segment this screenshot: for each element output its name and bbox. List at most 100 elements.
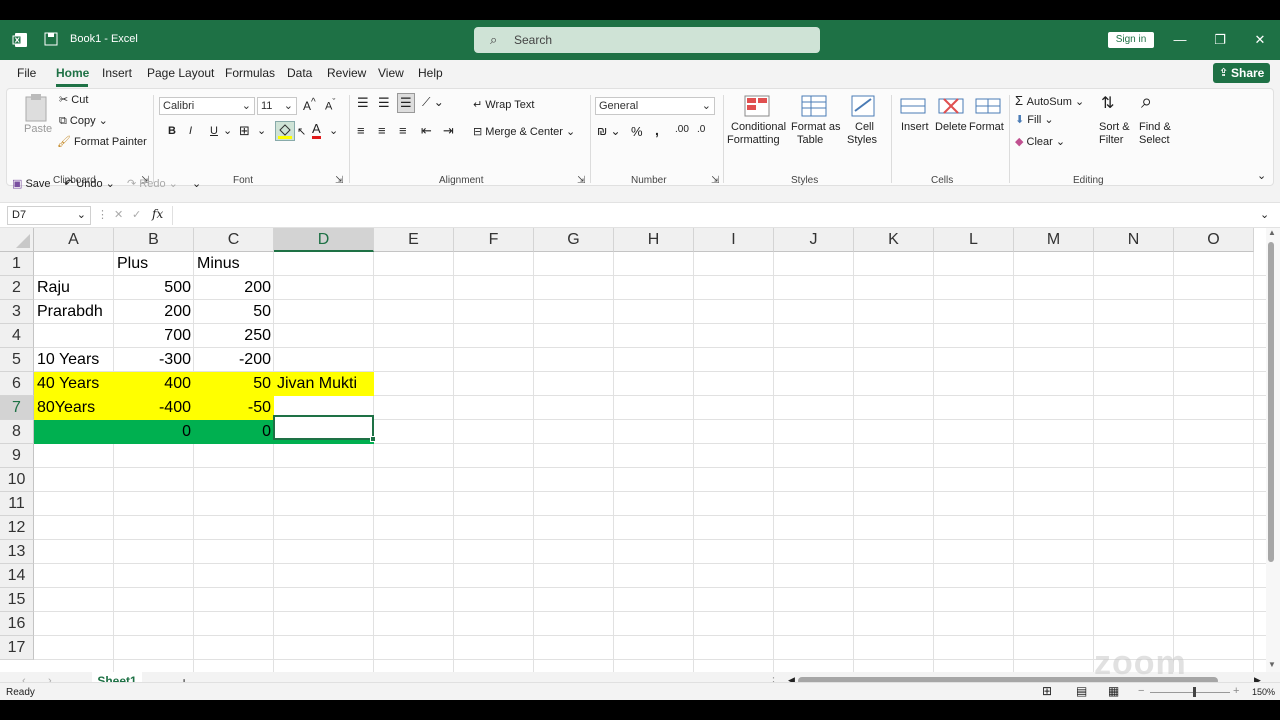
align-top-icon[interactable]: ☰	[357, 95, 369, 111]
underline-dropdown-icon[interactable]: ⌄	[223, 124, 232, 137]
column-header-d[interactable]: D	[274, 228, 374, 252]
cell-a3[interactable]: Prarabdh	[34, 300, 114, 323]
borders-icon[interactable]: ⊞	[239, 123, 250, 139]
cell-a6[interactable]: 40 Years	[34, 372, 114, 395]
cell-b8[interactable]: 0	[114, 420, 194, 443]
borders-dropdown-icon[interactable]: ⌄	[257, 124, 266, 137]
zoom-in-icon[interactable]: +	[1233, 685, 1239, 697]
format-cells-button[interactable]: Format	[969, 93, 1009, 169]
cell-a5[interactable]: 10 Years	[34, 348, 114, 371]
close-button[interactable]: ✕	[1250, 30, 1270, 50]
cell-c8[interactable]: 0	[194, 420, 274, 443]
column-header-m[interactable]: M	[1014, 228, 1094, 252]
increase-font-icon[interactable]: A^	[303, 97, 316, 113]
cell-a2[interactable]: Raju	[34, 276, 114, 299]
underline-button[interactable]: U	[210, 125, 218, 137]
decrease-decimal-icon[interactable]: .0	[697, 124, 705, 135]
currency-icon[interactable]: ₪ ⌄	[597, 124, 621, 138]
zoom-level[interactable]: 150%	[1252, 687, 1275, 697]
column-header-f[interactable]: F	[454, 228, 534, 252]
cell-c1[interactable]: Minus	[194, 252, 274, 275]
share-button[interactable]: ⇪ Share	[1213, 63, 1270, 83]
find-select-button[interactable]: ⌕ Find & Select	[1135, 91, 1175, 169]
active-cell-d7[interactable]	[273, 415, 376, 442]
merge-center-button[interactable]: ⊟ Merge & Center ⌄	[473, 125, 575, 138]
column-header-n[interactable]: N	[1094, 228, 1174, 252]
sign-in-button[interactable]: Sign in	[1108, 32, 1154, 48]
tab-insert[interactable]: Insert	[102, 66, 132, 80]
column-header-h[interactable]: H	[614, 228, 694, 252]
decrease-indent-icon[interactable]: ⇤	[421, 123, 432, 139]
search-input[interactable]: ⌕ Search	[474, 27, 820, 53]
conditional-formatting-button[interactable]: Conditional Formatting	[727, 93, 786, 169]
align-center-icon[interactable]: ≡	[378, 123, 386, 138]
cell-b7[interactable]: -400	[114, 396, 194, 419]
row-header-16[interactable]: 16	[0, 612, 34, 636]
row-header-4[interactable]: 4	[0, 324, 34, 348]
row-header-1[interactable]: 1	[0, 252, 34, 276]
align-middle-icon[interactable]: ☰	[378, 95, 390, 111]
name-box[interactable]: D7 ⌄	[7, 206, 91, 225]
fill-color-button[interactable]	[275, 121, 295, 141]
qat-save-button[interactable]: ▣ Save	[12, 177, 51, 190]
insert-cells-button[interactable]: Insert	[895, 93, 931, 169]
cell-b3[interactable]: 200	[114, 300, 194, 323]
cell-b2[interactable]: 500	[114, 276, 194, 299]
row-header-3[interactable]: 3	[0, 300, 34, 324]
column-header-k[interactable]: K	[854, 228, 934, 252]
column-header-a[interactable]: A	[34, 228, 114, 252]
sort-filter-button[interactable]: ⇅ Sort & Filter	[1095, 93, 1133, 169]
tab-home[interactable]: Home	[56, 66, 89, 80]
comma-icon[interactable]: ,	[655, 122, 659, 138]
orientation-icon[interactable]: ⟋ ⌄	[422, 95, 444, 110]
vertical-scrollbar[interactable]: ▲ ▼	[1266, 228, 1280, 672]
row-header-17[interactable]: 17	[0, 636, 34, 660]
row-header-5[interactable]: 5	[0, 348, 34, 372]
tab-formulas[interactable]: Formulas	[225, 66, 275, 80]
cell-c4[interactable]: 250	[194, 324, 274, 347]
page-layout-view-icon[interactable]: ▤	[1076, 684, 1087, 698]
copy-button[interactable]: ⧉ Copy ⌄	[59, 114, 108, 128]
row-header-6[interactable]: 6	[0, 372, 34, 396]
align-left-icon[interactable]: ≡	[357, 123, 365, 138]
select-all-corner[interactable]	[0, 228, 34, 252]
tab-data[interactable]: Data	[287, 66, 312, 80]
row-header-8[interactable]: 8	[0, 420, 34, 444]
fill-button[interactable]: ⬇ Fill ⌄	[1015, 113, 1054, 126]
increase-indent-icon[interactable]: ⇥	[443, 123, 454, 139]
format-painter-button[interactable]: 🖌 Format Painter	[57, 135, 147, 148]
cell-b4[interactable]: 700	[114, 324, 194, 347]
column-header-g[interactable]: G	[534, 228, 614, 252]
column-header-e[interactable]: E	[374, 228, 454, 252]
cell-c2[interactable]: 200	[194, 276, 274, 299]
cut-button[interactable]: ✂ Cut	[59, 93, 88, 106]
enter-icon[interactable]: ✓	[132, 208, 141, 221]
worksheet-grid[interactable]: ABCDEFGHIJKLMNO 1 2 3 4 5 6 7 8 9 10 11 12 13 14 15 16 1…	[0, 228, 1266, 672]
align-bottom-icon[interactable]: ☰	[397, 93, 415, 113]
column-header-l[interactable]: L	[934, 228, 1014, 252]
font-name-select[interactable]: Calibri ⌄	[159, 97, 255, 115]
options-dots-icon[interactable]: ⋮	[97, 208, 108, 221]
cell-c5[interactable]: -200	[194, 348, 274, 371]
row-header-12[interactable]: 12	[0, 516, 34, 540]
vertical-scroll-thumb[interactable]	[1268, 242, 1274, 562]
cell-c6[interactable]: 50	[194, 372, 274, 395]
tab-file[interactable]: File	[17, 66, 36, 80]
column-header-o[interactable]: O	[1174, 228, 1254, 252]
autosum-button[interactable]: Σ AutoSum ⌄	[1015, 93, 1084, 108]
row-header-9[interactable]: 9	[0, 444, 34, 468]
row-header-11[interactable]: 11	[0, 492, 34, 516]
cell-c3[interactable]: 50	[194, 300, 274, 323]
decrease-font-icon[interactable]: Aˇ	[325, 97, 335, 113]
row-header-13[interactable]: 13	[0, 540, 34, 564]
qat-undo-button[interactable]: ↶ Undo ⌄	[64, 177, 115, 190]
cell-d6[interactable]: Jivan Mukti	[274, 372, 374, 395]
formula-input[interactable]	[172, 206, 1260, 225]
row-header-7[interactable]: 7	[0, 396, 34, 420]
row-header-10[interactable]: 10	[0, 468, 34, 492]
page-break-view-icon[interactable]: ▦	[1108, 684, 1119, 698]
scroll-down-icon[interactable]: ▼	[1268, 660, 1276, 669]
expand-formula-icon[interactable]: ⌄	[1260, 208, 1269, 221]
bold-button[interactable]: B	[168, 125, 176, 137]
scroll-up-icon[interactable]: ▲	[1268, 228, 1276, 237]
